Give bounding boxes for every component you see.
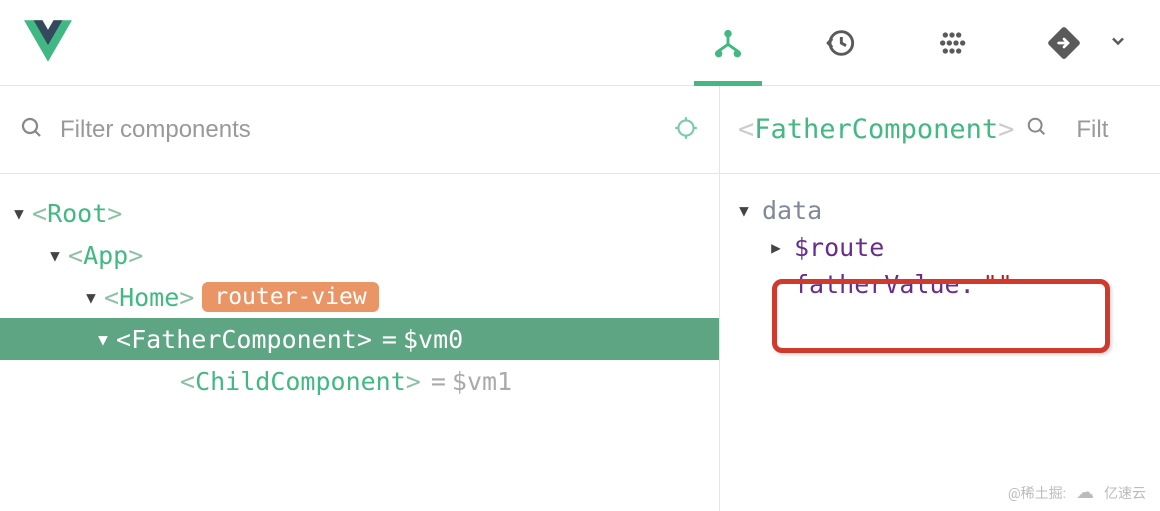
detail-panel: <FatherComponent> ▼ data ▶ $route father…	[720, 86, 1160, 511]
tree-row-app[interactable]: ▼ <App>	[0, 234, 719, 276]
data-section[interactable]: ▼ data	[734, 192, 1146, 229]
filter-bar	[0, 86, 719, 174]
store-tab-icon[interactable]	[924, 0, 980, 86]
vue-logo	[24, 20, 72, 66]
topbar	[0, 0, 1160, 86]
filter-state-input[interactable]	[1076, 116, 1142, 144]
caret-down-icon[interactable]: ▼	[82, 288, 100, 307]
tree-row-home[interactable]: ▼ <Home> router-view	[0, 276, 719, 318]
watermark: @稀土掘: ☁ 亿速云	[1008, 482, 1146, 503]
cloud-icon: ☁	[1076, 482, 1094, 503]
tree-row-child[interactable]: <ChildComponent> = $vm1	[0, 360, 719, 402]
history-tab-icon[interactable]	[812, 0, 868, 86]
tree-row-root[interactable]: ▼ <Root>	[0, 192, 719, 234]
caret-right-icon[interactable]: ▶	[766, 238, 786, 257]
components-panel: ▼ <Root> ▼ <App> ▼ <Home> router-view ▼ …	[0, 86, 720, 511]
detail-body: ▼ data ▶ $route fatherValue: ""	[720, 174, 1160, 321]
caret-down-icon[interactable]: ▼	[94, 330, 112, 349]
routing-tab-icon[interactable]	[1036, 0, 1092, 86]
target-icon[interactable]	[673, 115, 699, 145]
component-tree: ▼ <Root> ▼ <App> ▼ <Home> router-view ▼ …	[0, 174, 719, 420]
devtools-tabs	[700, 0, 1136, 86]
components-tab-icon[interactable]	[700, 0, 756, 86]
filter-components-input[interactable]	[60, 116, 673, 144]
caret-down-icon[interactable]: ▼	[734, 201, 754, 220]
chevron-down-icon[interactable]	[1108, 31, 1128, 55]
detail-header: <FatherComponent>	[720, 86, 1160, 174]
tree-row-father[interactable]: ▼ <FatherComponent> = $vm0	[0, 318, 719, 360]
search-icon	[20, 116, 44, 144]
search-icon[interactable]	[1026, 114, 1048, 145]
caret-down-icon[interactable]: ▼	[46, 246, 64, 265]
data-fathervalue[interactable]: fatherValue: ""	[734, 266, 1146, 303]
main-panels: ▼ <Root> ▼ <App> ▼ <Home> router-view ▼ …	[0, 86, 1160, 511]
router-view-badge: router-view	[202, 282, 378, 312]
data-route[interactable]: ▶ $route	[734, 229, 1146, 266]
caret-down-icon[interactable]: ▼	[10, 204, 28, 223]
